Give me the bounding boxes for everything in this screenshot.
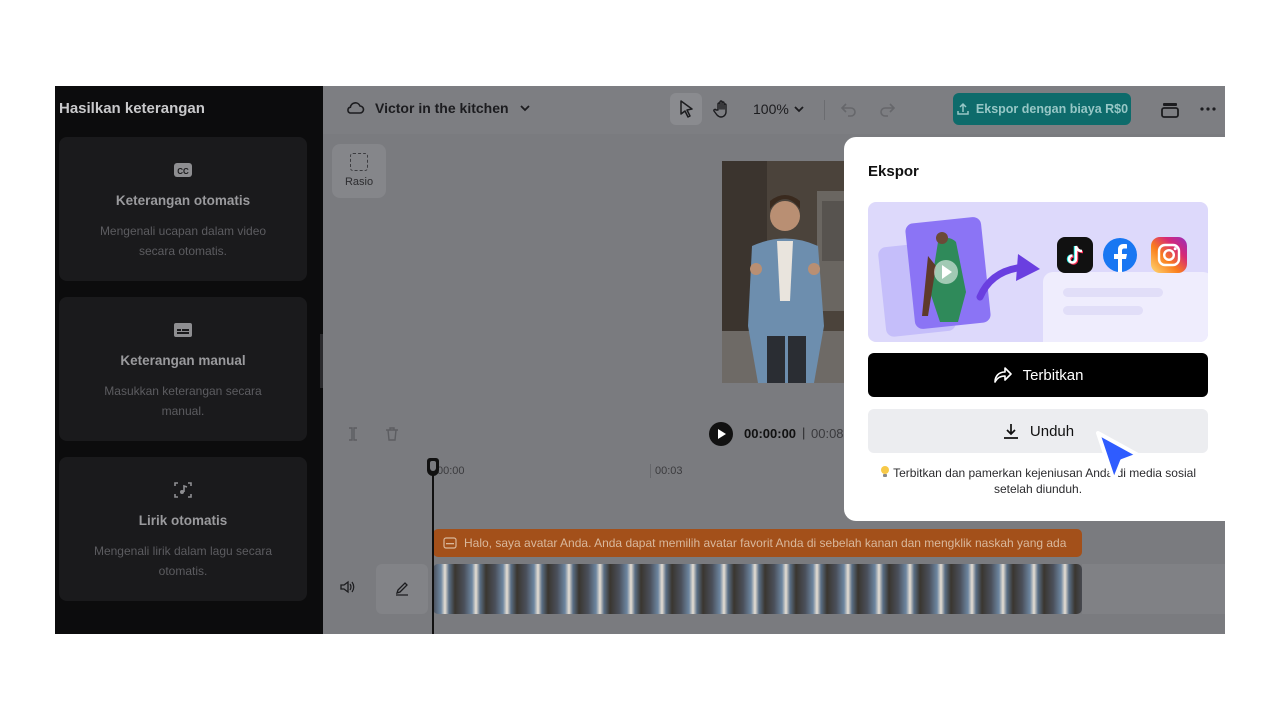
card-title: Keterangan otomatis [115,193,251,208]
cc-icon: CC [174,163,192,177]
more-options-icon[interactable] [1199,100,1217,118]
subtitle-icon [443,537,457,549]
ratio-icon [350,153,368,171]
play-button[interactable] [709,422,733,446]
subtitle-icon [174,323,192,337]
export-illustration [868,202,1208,342]
manual-captions-card[interactable]: Keterangan manual Masukkan keterangan se… [59,297,307,441]
captions-panel: Hasilkan keterangan CC Keterangan otomat… [55,86,323,634]
export-hint: Terbitkan dan pamerkan kejeniusan Anda d… [868,465,1208,497]
publish-button[interactable]: Terbitkan [868,353,1208,397]
video-clip[interactable] [433,564,1082,614]
publish-button-label: Terbitkan [1022,366,1084,384]
hint-text: Terbitkan dan pamerkan kejeniusan Anda d… [893,466,1196,496]
pointer-icon [680,100,693,118]
share-icon [993,367,1012,383]
card-description: Mengenali lirik dalam lagu secara otomat… [93,544,273,578]
undo-icon[interactable] [840,100,858,118]
top-toolbar: Victor in the kitchen 100% Ekspor dengan… [323,86,1225,134]
svg-text:CC: CC [177,167,189,176]
facebook-icon [1103,238,1137,272]
card-title: Lirik otomatis [138,513,228,528]
select-tool-button[interactable] [670,93,702,125]
track-empty-area [1082,564,1225,614]
layers-icon[interactable] [1160,100,1180,120]
ruler-label: 00:00 [437,465,465,477]
modal-title: Ekspor [868,163,919,180]
card-title: Keterangan manual [120,353,246,368]
auto-captions-card[interactable]: CC Keterangan otomatis Mengenali ucapan … [59,137,307,281]
card-description: Masukkan keterangan secara manual. [104,384,262,418]
panel-title: Hasilkan keterangan [59,100,205,117]
ruler-label: 00:03 [655,465,683,477]
edit-cover-button[interactable] [376,564,428,614]
tiktok-icon [1057,237,1093,273]
project-name-dropdown[interactable]: Victor in the kitchen [345,100,531,116]
mouse-cursor-icon [1096,431,1140,483]
lyrics-scan-icon [174,482,192,498]
video-editor-app: Hasilkan keterangan CC Keterangan otomat… [55,86,1225,634]
download-button-label: Unduh [1029,422,1075,440]
time-separator: | [802,425,806,440]
ruler-tick [650,464,651,478]
export-button[interactable]: Ekspor dengan biaya R$0 [953,93,1131,125]
download-icon [1003,424,1018,439]
zoom-level: 100% [753,101,789,117]
export-modal: Ekspor Terbitkan Unduh Terbitkan dan pam… [844,137,1225,521]
current-time: 00:00:00 [744,426,797,441]
auto-lyrics-card[interactable]: Lirik otomatis Mengenali lirik dalam lag… [59,457,307,601]
cloud-icon [347,102,365,114]
project-name: Victor in the kitchen [375,100,509,116]
playhead-handle[interactable] [427,458,439,476]
trash-icon[interactable] [384,426,400,442]
ratio-button[interactable]: Rasio [332,144,386,198]
chevron-down-icon [519,105,530,112]
hand-tool-icon[interactable] [712,99,732,119]
toolbar-divider [824,100,825,120]
caption-clip[interactable]: Halo, saya avatar Anda. Anda dapat memil… [433,529,1082,557]
upload-icon [957,102,969,115]
download-button[interactable]: Unduh [868,409,1208,453]
pen-icon [395,582,408,596]
instagram-icon [1151,237,1187,273]
redo-icon[interactable] [878,100,896,118]
speaker-icon[interactable] [339,579,355,595]
export-button-label: Ekspor dengan biaya R$0 [975,102,1129,116]
card-description: Mengenali ucapan dalam video secara otom… [99,224,267,258]
zoom-dropdown[interactable]: 100% [753,101,805,117]
caption-clip-text: Halo, saya avatar Anda. Anda dapat memil… [464,536,1067,550]
ratio-label: Rasio [344,176,374,188]
total-time: 00:08 [811,426,844,441]
split-icon[interactable] [345,426,361,442]
lightbulb-icon [881,466,889,477]
chevron-down-icon [794,106,804,113]
playhead-line [432,458,434,634]
